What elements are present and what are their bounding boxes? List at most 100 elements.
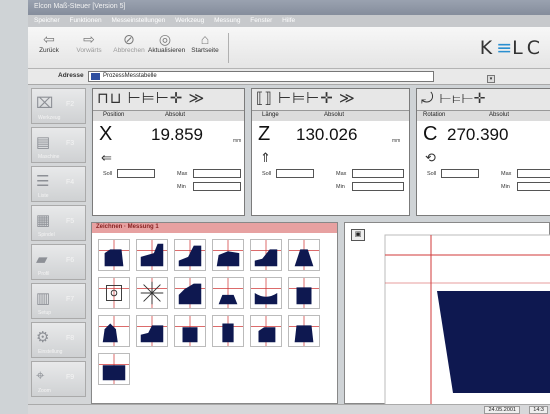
- zoom-icon: ⌖: [36, 367, 45, 384]
- axis-x-max-input[interactable]: [193, 169, 241, 178]
- window-title: Elcon Maß-Steuer [Version 5]: [28, 0, 550, 15]
- axis-c-max-input[interactable]: [517, 169, 550, 178]
- stop-button[interactable]: ⊘ Abbrechen: [112, 31, 146, 54]
- axis-x-min-label: Min: [177, 184, 186, 190]
- toolbar-separator: [228, 33, 229, 63]
- sidebar-sub: Werkzeug: [38, 115, 61, 121]
- contour-shape-button[interactable]: [288, 239, 320, 271]
- contour-shape-icon: [289, 278, 319, 308]
- sidebar-key: F4: [66, 179, 75, 186]
- axis-z-min-input[interactable]: [352, 182, 404, 191]
- axis-z-direction-icon[interactable]: ⇑: [260, 150, 271, 166]
- home-button[interactable]: ⌂ Startseite: [188, 31, 222, 54]
- refresh-button[interactable]: ◎ Aktualisieren: [148, 31, 186, 54]
- sidebar-item-f9[interactable]: ⌖ F9 Zoom: [31, 361, 86, 397]
- contour-shape-button[interactable]: [212, 315, 244, 347]
- sidebar-key: F3: [66, 140, 75, 147]
- axis-x-unit: mm: [233, 138, 242, 144]
- menu-hilfe[interactable]: Hilfe: [282, 17, 295, 24]
- menu-fenster[interactable]: Fenster: [250, 17, 272, 24]
- spindle-icon: ▦: [36, 212, 51, 229]
- axis-x-tool-icons[interactable]: ⊓⊔ ⊢⊨⊢✛ ≫: [93, 89, 244, 111]
- menu-messeinstellungen[interactable]: Messeinstellungen: [111, 17, 165, 24]
- axis-z-letter: Z: [258, 123, 271, 145]
- contour-shape-icon: [99, 278, 129, 308]
- sidebar-item-f6[interactable]: ▰ F6 Profil: [31, 244, 86, 280]
- axis-z-soll-input[interactable]: [276, 169, 314, 178]
- back-label: Zurück: [39, 47, 59, 54]
- axis-z-unit: mm: [392, 138, 401, 144]
- axis-c-min-input[interactable]: [517, 182, 550, 191]
- contour-shape-button[interactable]: [98, 353, 130, 385]
- sidebar-item-f4[interactable]: ☰ F4 Liste: [31, 166, 86, 202]
- sidebar-sub: Zoom: [38, 388, 51, 394]
- contour-shape-button[interactable]: [98, 239, 130, 271]
- contour-shape-button[interactable]: [136, 315, 168, 347]
- contour-palette: Zeichnen · Messung 1: [91, 222, 338, 404]
- contour-shape-button[interactable]: [174, 315, 206, 347]
- contour-shape-button[interactable]: [174, 277, 206, 309]
- contour-shape-icon: [289, 240, 319, 270]
- axis-x-header-position: Position: [103, 112, 125, 118]
- sidebar-item-f2[interactable]: ⌧ F2 Werkzeug: [31, 88, 86, 124]
- menu-funktionen[interactable]: Funktionen: [69, 17, 101, 24]
- contour-shape-button[interactable]: [250, 239, 282, 271]
- contour-shape-button[interactable]: [174, 239, 206, 271]
- contour-shape-button[interactable]: [288, 315, 320, 347]
- back-button[interactable]: ⇦ Zurück: [32, 31, 66, 54]
- sidebar-key: F7: [66, 296, 75, 303]
- contour-shape-button[interactable]: [136, 239, 168, 271]
- contour-shape-button[interactable]: [250, 277, 282, 309]
- axis-c-min-label: Min: [501, 184, 510, 190]
- contour-shape-button[interactable]: [250, 315, 282, 347]
- contour-shape-button[interactable]: [98, 277, 130, 309]
- menu-messung[interactable]: Messung: [214, 17, 240, 24]
- sidebar-item-f5[interactable]: ▦ F5 Spindel: [31, 205, 86, 241]
- axis-x-headers: Position Absolut: [93, 111, 244, 121]
- menu-bar: Speicher Funktionen Messeinstellungen We…: [28, 15, 550, 27]
- address-dropdown-icon[interactable]: ▾: [487, 75, 495, 83]
- contour-shape-button[interactable]: [212, 239, 244, 271]
- sidebar-sub: Profil: [38, 271, 50, 277]
- sidebar-item-f3[interactable]: ▤ F3 Maschine: [31, 127, 86, 163]
- contour-shape-icon: [137, 316, 167, 346]
- contour-shape-icon: [213, 278, 243, 308]
- contour-shape-button[interactable]: [212, 277, 244, 309]
- axis-x-direction-icon[interactable]: ⇐: [101, 150, 112, 166]
- contour-shape-button[interactable]: [288, 277, 320, 309]
- sidebar-item-f7[interactable]: ▥ F7 Setup: [31, 283, 86, 319]
- axis-x-soll-input[interactable]: [117, 169, 155, 178]
- axis-c-direction-icon[interactable]: ⟲: [425, 150, 436, 166]
- axis-panel-z: ⟦⟧ ⊢⊨⊢✛ ≫ Länge Absolut Z 130.026 mm ⇑ S…: [251, 88, 410, 216]
- axis-z-max-input[interactable]: [352, 169, 404, 178]
- sidebar-sub: Maschine: [38, 154, 60, 160]
- axis-x-min-input[interactable]: [193, 182, 241, 191]
- axis-c-tool-icons[interactable]: ⤾ ⊢⊨⊢✛: [417, 89, 550, 111]
- forward-button[interactable]: ⇨ Vorwärts: [72, 31, 106, 54]
- axis-z-min-label: Min: [336, 184, 345, 190]
- stop-icon: ⊘: [123, 31, 135, 47]
- refresh-icon: ◎: [158, 31, 172, 47]
- axis-z-tool-icons[interactable]: ⟦⟧ ⊢⊨⊢✛ ≫: [252, 89, 409, 111]
- sidebar-item-f8[interactable]: ⚙ F8 Einstellung: [31, 322, 86, 358]
- forward-arrow-icon: ⇨: [83, 31, 95, 47]
- menu-speicher[interactable]: Speicher: [34, 17, 60, 24]
- contour-shape-icon: [289, 316, 319, 346]
- menu-werkzeug[interactable]: Werkzeug: [175, 17, 204, 24]
- stop-label: Abbrechen: [113, 47, 145, 54]
- sidebar: ⌧ F2 Werkzeug ▤ F3 Maschine ☰ F4 Liste ▦ F5 Spin…: [28, 85, 90, 404]
- axis-x-soll-label: Soll: [103, 171, 113, 177]
- contour-palette-title: Zeichnen · Messung 1: [92, 223, 337, 233]
- axis-z-headers: Länge Absolut: [252, 111, 409, 121]
- refresh-label: Aktualisieren: [148, 47, 186, 54]
- contour-shape-button[interactable]: [98, 315, 130, 347]
- preview-part-shape: [437, 291, 550, 393]
- axis-z-header-mode: Absolut: [324, 112, 345, 118]
- contour-shape-icon: [175, 278, 205, 308]
- axis-c-soll-input[interactable]: [441, 169, 479, 178]
- address-field[interactable]: ProzessMesstabelle ▾: [88, 71, 495, 83]
- contour-shape-button[interactable]: [136, 277, 168, 309]
- status-time: 14:3: [529, 406, 548, 414]
- contour-preview: ▣: [344, 222, 550, 405]
- axis-c-header-mode: Absolut: [489, 112, 510, 118]
